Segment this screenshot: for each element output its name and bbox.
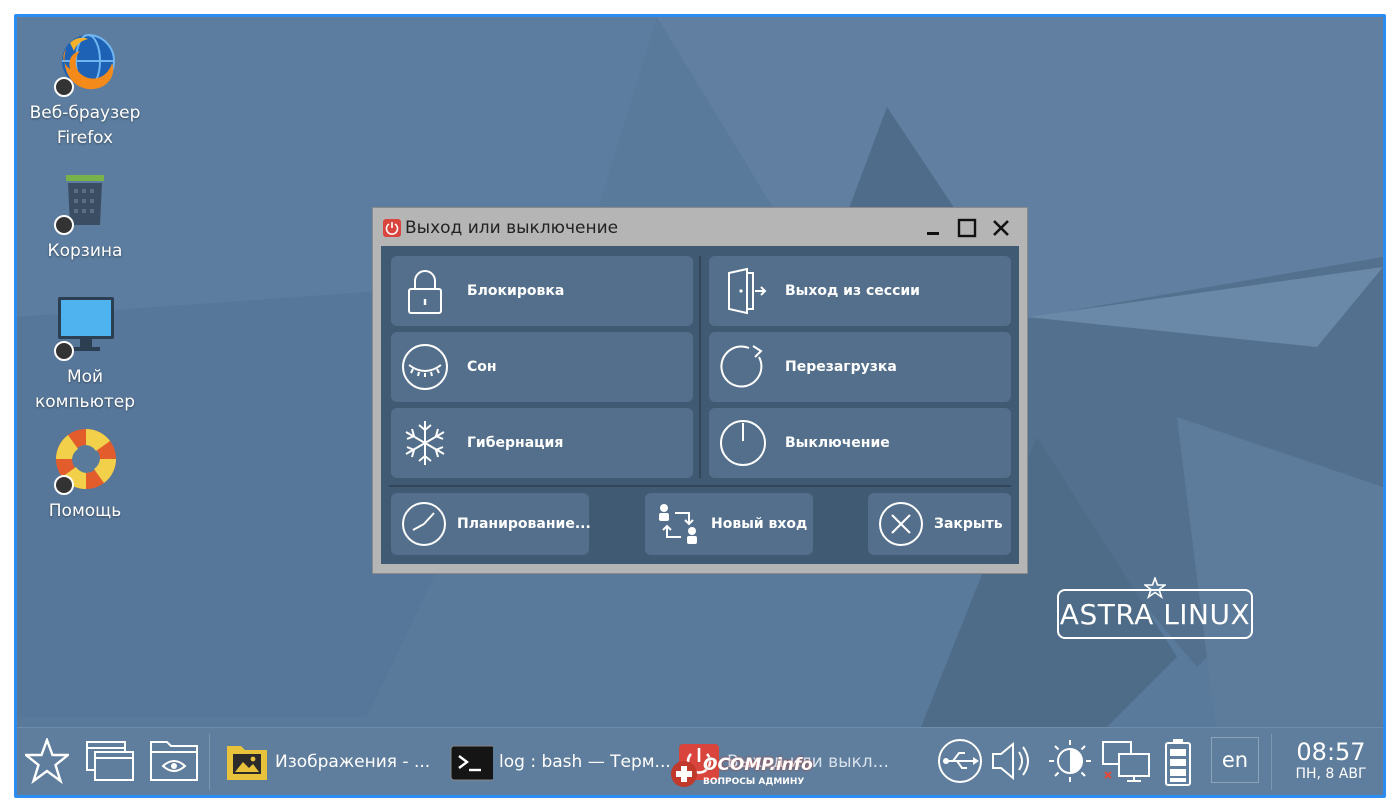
task-label: log : bash — Терм...	[499, 752, 671, 772]
close-circle-icon	[879, 502, 923, 546]
dialog-title: Выход или выключение	[405, 218, 619, 238]
desktop-icon-firefox[interactable]: Веб-браузер Firefox	[20, 29, 150, 151]
switch-user-icon	[659, 504, 697, 544]
reboot-icon	[720, 345, 763, 388]
minimize-icon	[927, 232, 939, 235]
images-folder-icon	[227, 746, 267, 780]
sleep-button[interactable]: Сон	[391, 332, 693, 402]
clock-date[interactable]: ПН, 8 АВГ	[1281, 766, 1381, 782]
shortcut-arrow-icon	[54, 77, 74, 97]
brightness-tray-button[interactable]	[1047, 738, 1093, 784]
snowflake-icon	[405, 421, 445, 465]
speaker-icon	[992, 741, 1029, 781]
power-icon	[383, 219, 401, 237]
divider	[389, 485, 1011, 487]
clock-time[interactable]: 08:57	[1291, 738, 1371, 766]
desktop-icon-label: Помощь	[48, 501, 122, 521]
lock-button[interactable]: Блокировка	[391, 256, 693, 326]
exit-door-icon	[728, 267, 767, 315]
show-windows-button[interactable]	[85, 738, 135, 784]
astra-linux-logo: ASTRA LINUX	[1057, 589, 1253, 639]
usb-icon	[938, 739, 982, 783]
close-dialog-button[interactable]: Закрыть	[868, 493, 1011, 555]
schedule-label: Планирование...	[457, 516, 591, 532]
hibernate-button[interactable]: Гибернация	[391, 408, 693, 478]
desktop-icon-label: компьютер	[34, 392, 136, 412]
clock-icon	[402, 502, 446, 546]
lock-label: Блокировка	[467, 283, 565, 299]
maximize-icon	[957, 218, 977, 238]
desktop-icon-my-computer[interactable]: Мой компьютер	[20, 293, 150, 415]
taskbar-separator	[1271, 734, 1272, 790]
shutdown-label: Выключение	[785, 435, 890, 451]
network-tray-button[interactable]	[1101, 738, 1153, 784]
lock-icon	[408, 270, 442, 314]
usb-tray-button[interactable]	[937, 738, 983, 784]
task-terminal[interactable]: log : bash — Терм...	[449, 738, 671, 786]
shortcut-arrow-icon	[54, 475, 74, 495]
network-icon	[1102, 741, 1150, 782]
reboot-button[interactable]: Перезагрузка	[709, 332, 1011, 402]
screen-frame: Веб-браузер Firefox Корзина Мой компьюте…	[14, 14, 1386, 798]
battery-tray-button[interactable]	[1163, 738, 1193, 786]
star-icon	[22, 736, 72, 785]
brightness-icon	[1049, 740, 1091, 782]
schedule-button[interactable]: Планирование...	[391, 493, 591, 555]
shortcut-arrow-icon	[54, 215, 74, 235]
desktop-icon-label: Веб-браузер	[29, 103, 141, 123]
battery-icon	[1165, 739, 1191, 786]
watermark-text: OCOMP.info	[703, 755, 813, 775]
desktop-icon-label: Мой	[66, 367, 104, 387]
dialog-body: Блокировка Выход из сессии Сон Перезагру…	[381, 246, 1019, 564]
close-icon	[993, 220, 1009, 236]
close-window-button[interactable]	[989, 216, 1013, 240]
desktop-icon-label: Firefox	[56, 128, 114, 148]
new-login-button[interactable]: Новый вход	[645, 493, 813, 555]
task-label: Изображения - ...	[275, 752, 431, 772]
dialog-titlebar[interactable]: Выход или выключение	[373, 208, 1027, 246]
shutdown-button[interactable]: Выключение	[709, 408, 1011, 478]
hibernate-label: Гибернация	[467, 435, 564, 451]
logout-button[interactable]: Выход из сессии	[709, 256, 1011, 326]
divider	[699, 256, 701, 478]
watermark-subtext: ВОПРОСЫ АДМИНУ	[703, 777, 805, 787]
start-menu-button[interactable]	[22, 736, 72, 785]
keyboard-layout-indicator[interactable]: en	[1211, 737, 1259, 783]
sleep-label: Сон	[467, 359, 497, 375]
task-images[interactable]: Изображения - ...	[225, 738, 430, 786]
file-manager-button[interactable]	[149, 738, 199, 784]
maximize-button[interactable]	[955, 216, 979, 240]
logout-label: Выход из сессии	[785, 283, 920, 299]
terminal-icon	[450, 745, 493, 781]
close-label: Закрыть	[934, 516, 1003, 532]
windows-icon	[86, 741, 134, 781]
shortcut-arrow-icon	[54, 341, 74, 361]
desktop-icon-label: Корзина	[47, 241, 123, 261]
sleep-eye-icon	[402, 344, 448, 390]
volume-tray-button[interactable]	[989, 738, 1035, 784]
watermark: OCOMP.info ВОПРОСЫ АДМИНУ	[669, 755, 829, 795]
desktop-icon-help[interactable]: Помощь	[20, 427, 150, 524]
desktop-icon-trash[interactable]: Корзина	[20, 167, 150, 264]
minimize-button[interactable]	[921, 216, 945, 240]
folder-eye-icon	[150, 741, 198, 781]
taskbar-separator	[209, 734, 210, 790]
reboot-label: Перезагрузка	[785, 359, 897, 375]
power-icon	[720, 420, 766, 466]
new-login-label: Новый вход	[711, 516, 808, 532]
medical-cross-icon	[671, 761, 697, 787]
logout-dialog: Выход или выключение Блокировка Выход из…	[372, 207, 1028, 574]
